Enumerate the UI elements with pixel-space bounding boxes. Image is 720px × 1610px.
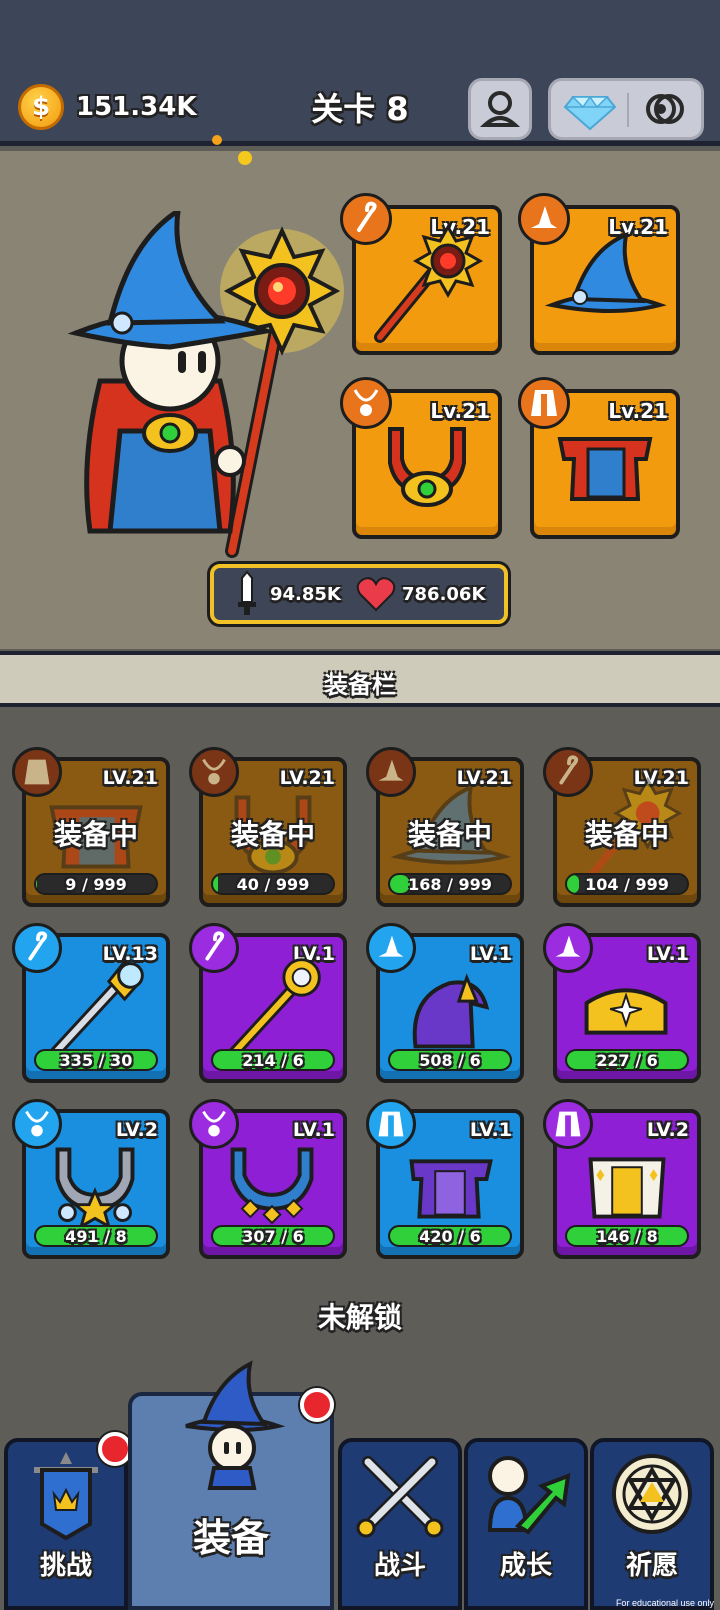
progress-label: 420 / 6 xyxy=(419,1227,481,1246)
inventory-item-equipped-necklace[interactable]: LV.21 装备中 40 / 999 xyxy=(189,747,347,907)
hat-item-icon xyxy=(544,231,667,313)
inventory-item-hat-blue[interactable]: LV.1 508 / 6 xyxy=(366,923,524,1083)
progress-label: 40 / 999 xyxy=(236,875,310,894)
nav-label: 成长 xyxy=(499,1551,552,1581)
progress-label: 508 / 6 xyxy=(419,1051,481,1070)
inventory-item-equipped-robe[interactable]: LV.21 装备中 9 / 999 xyxy=(12,747,170,907)
profile-icon xyxy=(479,91,521,127)
growth-arrow-icon xyxy=(487,1456,571,1535)
inventory-item-equipped-hat[interactable]: LV.21 装备中 168 / 999 xyxy=(366,747,524,907)
item-progress: 9 / 999 xyxy=(34,873,158,895)
equipment-section-header: 装备栏 xyxy=(0,651,720,707)
nav-tab-wish[interactable]: 祈愿 xyxy=(590,1438,714,1610)
nav-label: 祈愿 xyxy=(625,1551,678,1581)
inventory-item-necklace-blue[interactable]: LV.2 491 / 8 xyxy=(12,1099,170,1259)
dollar-coin-icon: $ xyxy=(18,84,64,130)
item-progress: 508 / 6 xyxy=(388,1049,512,1071)
progress-label: 307 / 6 xyxy=(242,1227,304,1246)
bottom-nav: 挑战 装备 战斗 成长 祈愿 xyxy=(0,1360,720,1610)
item-progress: 491 / 8 xyxy=(34,1225,158,1247)
necklace-item-icon xyxy=(388,427,466,507)
heart-icon xyxy=(356,577,396,612)
coin-counter: $ 151.34K xyxy=(18,84,196,130)
top-bar: $ 151.34K 关卡 8 xyxy=(0,0,720,146)
notification-dot xyxy=(300,1388,334,1422)
locked-section-label: 未解锁 xyxy=(317,1301,402,1334)
inventory-item-hat-purple[interactable]: LV.1 227 / 6 xyxy=(543,923,701,1083)
hero-slot-hat[interactable]: Lv.21 xyxy=(518,193,680,355)
nav-label: 战斗 xyxy=(373,1551,426,1581)
progress-label: 104 / 999 xyxy=(585,875,669,894)
item-progress: 335 / 30 xyxy=(34,1049,158,1071)
sparkle-particle xyxy=(238,151,252,165)
banner-icon xyxy=(34,1452,98,1541)
item-progress: 420 / 6 xyxy=(388,1225,512,1247)
notification-dot xyxy=(98,1432,132,1466)
progress-label: 491 / 8 xyxy=(65,1227,127,1246)
settings-icon[interactable] xyxy=(631,81,701,137)
hero-slot-staff[interactable]: Lv.21 xyxy=(340,193,502,355)
health-value: 786.06K xyxy=(402,584,486,605)
nav-tab-equipment[interactable]: 装备 xyxy=(128,1360,334,1610)
item-progress: 227 / 6 xyxy=(565,1049,689,1071)
watermark-text: For educational use only xyxy=(615,1598,714,1608)
progress-label: 9 / 999 xyxy=(65,875,127,894)
crossed-swords-icon xyxy=(356,1456,444,1538)
section-title: 装备栏 xyxy=(324,671,396,699)
progress-label: 146 / 8 xyxy=(596,1227,658,1246)
nav-label: 挑战 xyxy=(39,1551,92,1581)
wizard-avatar-icon xyxy=(185,1360,286,1490)
item-progress: 307 / 6 xyxy=(211,1225,335,1247)
nav-tab-battle[interactable]: 战斗 xyxy=(338,1438,462,1610)
profile-button[interactable] xyxy=(468,78,532,140)
progress-label: 227 / 6 xyxy=(596,1051,658,1070)
shop-settings-group xyxy=(548,78,704,140)
hero-slot-necklace[interactable]: Lv.21 xyxy=(340,377,502,539)
level-title: 关卡 8 xyxy=(311,90,409,128)
equipped-label: 装备中 xyxy=(53,818,138,851)
progress-label: 335 / 30 xyxy=(59,1051,133,1070)
equipped-label: 装备中 xyxy=(584,818,669,851)
nav-label: 装备 xyxy=(192,1516,269,1560)
inventory-item-robe-blue[interactable]: LV.1 420 / 6 xyxy=(366,1099,524,1259)
progress-label: 168 / 999 xyxy=(408,875,492,894)
hero-stats-bar: 94.85K 786.06K xyxy=(210,564,508,624)
staff-item-icon xyxy=(374,223,484,343)
equipped-label: 装备中 xyxy=(230,818,315,851)
robe-item-icon xyxy=(557,437,653,501)
inventory-item-staff-blue[interactable]: LV.13 335 / 30 xyxy=(12,923,170,1083)
group-divider xyxy=(627,93,629,127)
inventory-item-robe-purple[interactable]: LV.2 146 / 8 xyxy=(543,1099,701,1259)
coin-amount: 151.34K xyxy=(76,92,197,122)
inventory-item-necklace-purple[interactable]: LV.1 307 / 6 xyxy=(189,1099,347,1259)
hero-slot-robe[interactable]: Lv.21 xyxy=(518,377,680,539)
sword-icon xyxy=(238,570,256,615)
inventory-item-staff-purple[interactable]: LV.1 214 / 6 xyxy=(189,923,347,1083)
item-progress: 40 / 999 xyxy=(211,873,335,895)
inventory-item-equipped-staff[interactable]: LV.21 装备中 104 / 999 xyxy=(543,747,701,907)
progress-label: 214 / 6 xyxy=(242,1051,304,1070)
item-progress: 104 / 999 xyxy=(565,873,689,895)
attack-value: 94.85K xyxy=(270,584,341,605)
equipped-label: 装备中 xyxy=(407,818,492,851)
nav-tab-growth[interactable]: 成长 xyxy=(464,1438,588,1610)
item-progress: 146 / 8 xyxy=(565,1225,689,1247)
diamond-icon[interactable] xyxy=(555,81,625,137)
sparkle-particle xyxy=(212,135,222,145)
item-progress: 214 / 6 xyxy=(211,1049,335,1071)
magic-circle-icon xyxy=(612,1454,692,1534)
item-progress: 168 / 999 xyxy=(388,873,512,895)
